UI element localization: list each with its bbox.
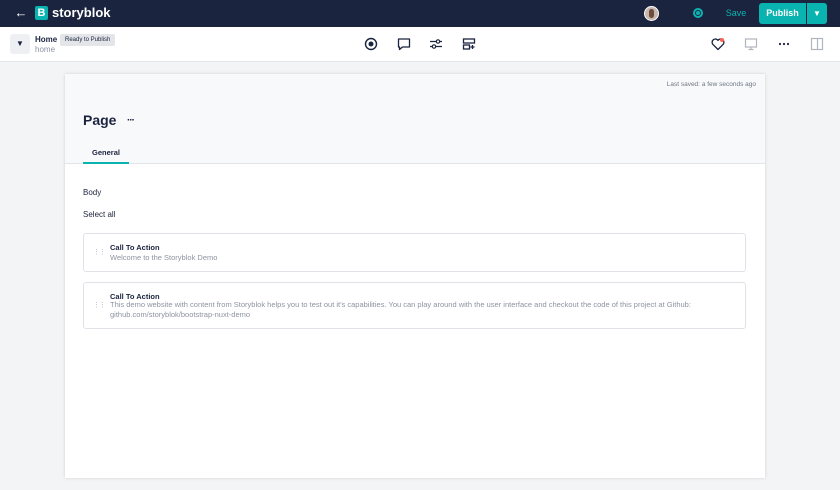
block-description: This demo website with content from Stor… (110, 300, 691, 319)
comment-icon[interactable] (397, 37, 411, 51)
publish-button[interactable]: Publish (759, 3, 806, 24)
editor-header: Last saved: a few seconds ago Page ··· G… (65, 74, 765, 164)
monitor-icon[interactable] (744, 37, 758, 51)
list-item[interactable]: ⋮⋮ Call To Action This demo website with… (83, 282, 746, 329)
top-navigation-bar: ← B storyblok Save Publish ▼ (0, 0, 840, 27)
more-icon[interactable] (777, 37, 791, 51)
drag-handle-icon[interactable]: ⋮⋮ (93, 248, 106, 256)
list-item[interactable]: ⋮⋮ Call To Action Welcome to the Storybl… (83, 233, 746, 272)
block-title: Call To Action (110, 243, 160, 252)
target-icon[interactable] (364, 37, 378, 51)
block-description: Welcome to the Storyblok Demo (110, 253, 218, 262)
status-badge: Ready to Publish (60, 34, 116, 46)
drag-handle-icon[interactable]: ⋮⋮ (93, 301, 106, 309)
tab-general[interactable]: General (83, 144, 129, 164)
select-all-link[interactable]: Select all (83, 210, 115, 219)
sliders-icon[interactable] (429, 37, 443, 51)
story-slug: home (35, 45, 56, 54)
notification-dot (720, 38, 724, 42)
save-button[interactable]: Save (720, 3, 752, 23)
body-field-label: Body (83, 188, 102, 197)
panel-icon[interactable] (810, 37, 824, 51)
story-title: Home (35, 35, 58, 44)
page-title: Page (83, 112, 117, 128)
user-avatar[interactable] (644, 6, 659, 21)
publish-dropdown-chevron-icon[interactable]: ▼ (807, 3, 827, 24)
story-toolbar: ▼ Home home Ready to Publish (0, 27, 840, 62)
content-editor-card: Last saved: a few seconds ago Page ··· G… (65, 74, 765, 478)
storyblok-logo-icon: B (35, 6, 48, 20)
status-indicator-icon[interactable] (693, 8, 703, 18)
app-logo-text: storyblok (52, 5, 111, 20)
folder-chevron-down-icon[interactable]: ▼ (10, 34, 30, 54)
last-saved-text: Last saved: a few seconds ago (666, 81, 756, 88)
page-more-icon[interactable]: ··· (127, 115, 135, 126)
arrow-left-icon[interactable]: ← (13, 5, 29, 21)
layout-icon[interactable] (462, 37, 476, 51)
